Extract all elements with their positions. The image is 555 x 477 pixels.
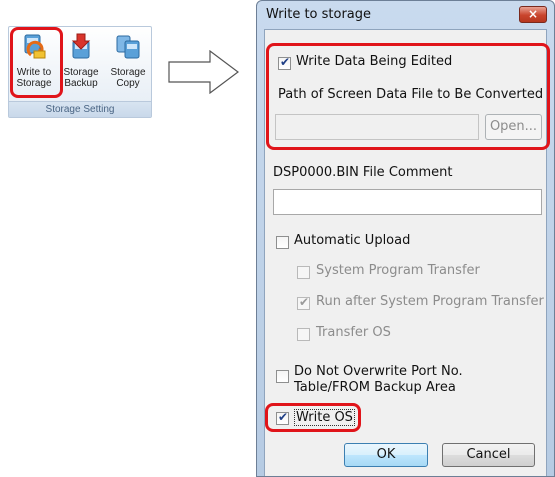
dialog-title: Write to storage — [266, 7, 372, 22]
write-data-highlight — [266, 43, 550, 150]
automatic-upload-checkbox[interactable] — [276, 236, 289, 249]
run-after-transfer-label: Run after System Program Transfer — [316, 294, 544, 309]
do-not-overwrite-checkbox[interactable] — [276, 370, 289, 383]
file-comment-field[interactable] — [273, 189, 542, 215]
comment-label: DSP0000.BIN File Comment — [273, 165, 453, 180]
storage-copy-icon — [116, 35, 140, 59]
right-arrow-icon — [168, 50, 239, 94]
system-program-transfer-checkbox[interactable] — [297, 266, 310, 279]
storage-copy-label-1: Storage — [110, 67, 146, 78]
run-after-transfer-checkbox[interactable] — [297, 295, 310, 310]
cancel-button[interactable]: Cancel — [442, 443, 535, 467]
transfer-os-checkbox[interactable] — [297, 328, 310, 341]
dialog-titlebar: Write to storage × — [257, 1, 554, 29]
storage-backup-button[interactable]: Storage Backup — [58, 29, 104, 103]
do-not-overwrite-label-line1: Do Not Overwrite Port No. — [294, 364, 463, 379]
write-to-storage-highlight — [10, 27, 63, 98]
ok-button[interactable]: OK — [344, 443, 428, 467]
transfer-os-label: Transfer OS — [316, 325, 391, 340]
storage-backup-label-1: Storage — [63, 67, 99, 78]
do-not-overwrite-label-line2: Table/FROM Backup Area — [294, 380, 456, 395]
system-program-transfer-label: System Program Transfer — [316, 263, 480, 278]
automatic-upload-label: Automatic Upload — [294, 233, 411, 248]
close-button[interactable]: × — [519, 6, 547, 23]
storage-copy-label-2: Copy — [116, 78, 140, 89]
storage-backup-label-2: Backup — [64, 78, 98, 89]
write-os-highlight — [265, 403, 361, 432]
storage-backup-icon — [71, 33, 91, 59]
storage-copy-button[interactable]: Storage Copy — [105, 29, 151, 103]
do-not-overwrite-label: Do Not Overwrite Port No. Table/FROM Back… — [294, 364, 463, 396]
storage-setting-group-label: Storage Setting — [9, 101, 151, 117]
